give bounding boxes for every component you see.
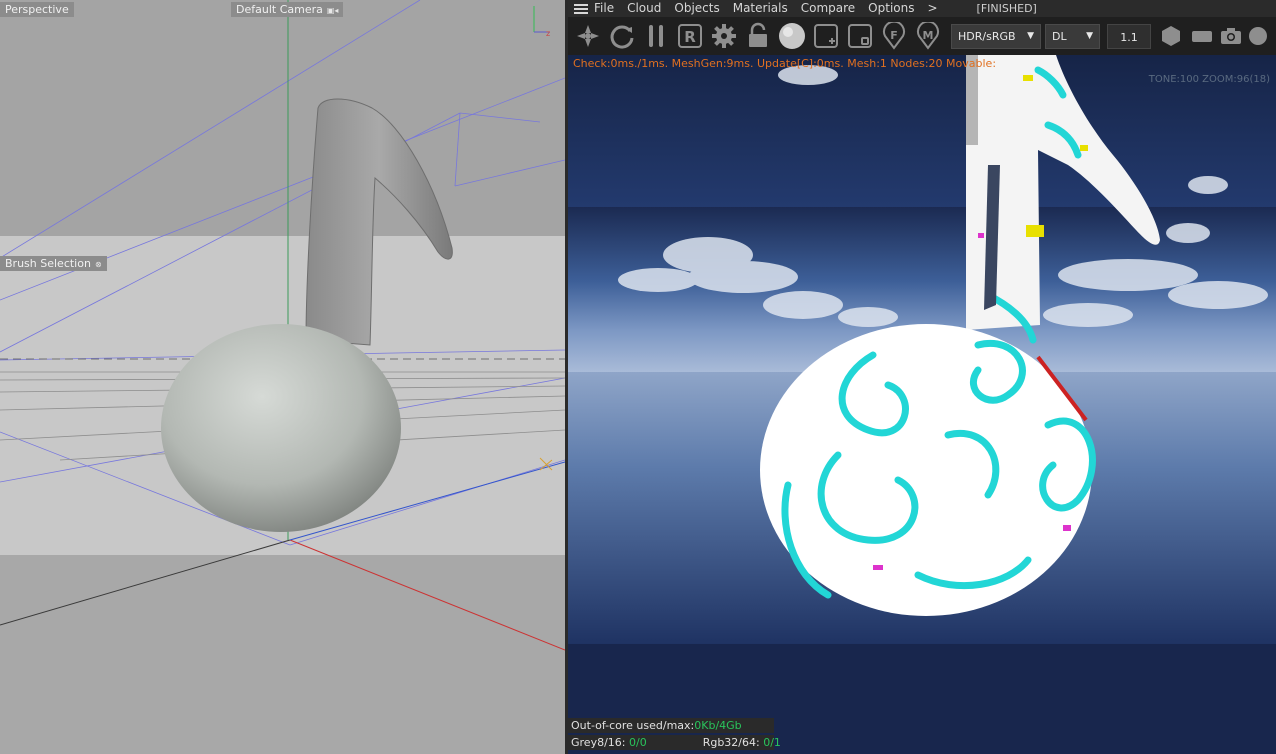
rendered-note-head [760, 324, 1092, 616]
x-axis-line [289, 539, 565, 651]
light-gizmo [539, 457, 553, 471]
kernel-select[interactable]: DL ▼ [1045, 23, 1100, 49]
render-menubar: File Cloud Objects Materials Compare Opt… [568, 0, 1276, 17]
menu-cloud[interactable]: Cloud [627, 0, 661, 17]
out-of-core-panel: Out-of-core used/max:0Kb/4Gb [568, 718, 774, 733]
focus-f-icon[interactable]: F [877, 19, 911, 53]
perspective-viewport[interactable]: z Perspective Default Camera ▣◂ Brush Sel… [0, 0, 565, 754]
brush-selection-tag[interactable]: Brush Selection ⊗ [0, 256, 107, 271]
rgb-value: 0/1 [763, 736, 781, 749]
out-of-core-label: Out-of-core used/max: [571, 719, 695, 732]
axis-gizmo: z [533, 6, 550, 38]
grey-value: 0/0 [629, 736, 647, 749]
viewport-scene: z [0, 0, 565, 651]
hamburger-menu-icon[interactable] [568, 0, 594, 17]
chevron-down-icon: ▼ [1086, 30, 1093, 41]
menu-more-chevron[interactable]: > [927, 0, 937, 17]
menu-compare[interactable]: Compare [801, 0, 855, 17]
menu-file[interactable]: File [594, 0, 614, 17]
menu-options[interactable]: Options [868, 0, 914, 17]
hexagon-icon[interactable] [1154, 19, 1188, 53]
rect-icon[interactable] [1188, 19, 1216, 53]
view-mode-label[interactable]: Perspective [0, 2, 74, 17]
svg-text:F: F [890, 29, 898, 42]
refresh-icon[interactable] [605, 19, 639, 53]
rgb-label: Rgb32/64: [702, 736, 764, 749]
render-stats-line: Check:0ms./1ms. MeshGen:9ms. Update[C]:0… [573, 57, 997, 70]
camera-icon[interactable] [1216, 19, 1246, 53]
sphere-icon[interactable] [775, 19, 809, 53]
brush-selection-text: Brush Selection [5, 257, 91, 270]
svg-text:R: R [684, 28, 696, 46]
pause-icon[interactable] [639, 19, 673, 53]
note-stem-and-flag [305, 98, 453, 346]
render-canvas[interactable]: Check:0ms./1ms. MeshGen:9ms. Update[C]:0… [568, 55, 1276, 754]
brush-close-icon: ⊗ [94, 260, 102, 269]
camera-selector[interactable]: Default Camera ▣◂ [231, 2, 344, 17]
menu-materials[interactable]: Materials [733, 0, 788, 17]
color-space-value: HDR/sRGB [958, 29, 1016, 43]
svg-text:M: M [923, 29, 934, 42]
note-head [161, 324, 401, 532]
view-mode-text: Perspective [5, 3, 69, 16]
app-root: z Perspective Default Camera ▣◂ Brush Sel… [0, 0, 1276, 754]
reset-icon[interactable] [571, 19, 605, 53]
settings-gear-icon[interactable] [707, 19, 741, 53]
color-space-select[interactable]: HDR/sRGB ▼ [951, 23, 1041, 49]
render-image [568, 55, 1276, 754]
texture-stats-panel: Grey8/16: 0/0 Rgb32/64: 0/1 [568, 735, 781, 750]
unlock-icon[interactable] [741, 19, 775, 53]
circle-icon[interactable] [1246, 19, 1270, 53]
grey-label: Grey8/16: [571, 736, 629, 749]
camera-dropdown-icon: ▣◂ [326, 6, 339, 15]
svg-text:z: z [546, 29, 550, 38]
value-field[interactable]: 1.1 [1107, 23, 1151, 49]
add-region-icon[interactable] [809, 19, 843, 53]
render-stats-right: TONE:100 ZOOM:96(18) [1148, 74, 1270, 85]
kernel-value: DL [1052, 29, 1067, 43]
z-axis-line [0, 539, 291, 626]
camera-label-text: Default Camera [236, 3, 323, 16]
focus-icon[interactable] [843, 19, 877, 53]
out-of-core-value: 0Kb/4Gb [694, 719, 742, 732]
material-m-icon[interactable]: M [911, 19, 945, 53]
render-status: [FINISHED] [976, 2, 1037, 15]
render-toolbar: R F M HDR/sRGB ▼ DL ▼ 1.1 [568, 17, 1276, 55]
chevron-down-icon: ▼ [1027, 30, 1034, 41]
region-r-icon[interactable]: R [673, 19, 707, 53]
menu-objects[interactable]: Objects [674, 0, 719, 17]
render-window: File Cloud Objects Materials Compare Opt… [568, 0, 1276, 754]
